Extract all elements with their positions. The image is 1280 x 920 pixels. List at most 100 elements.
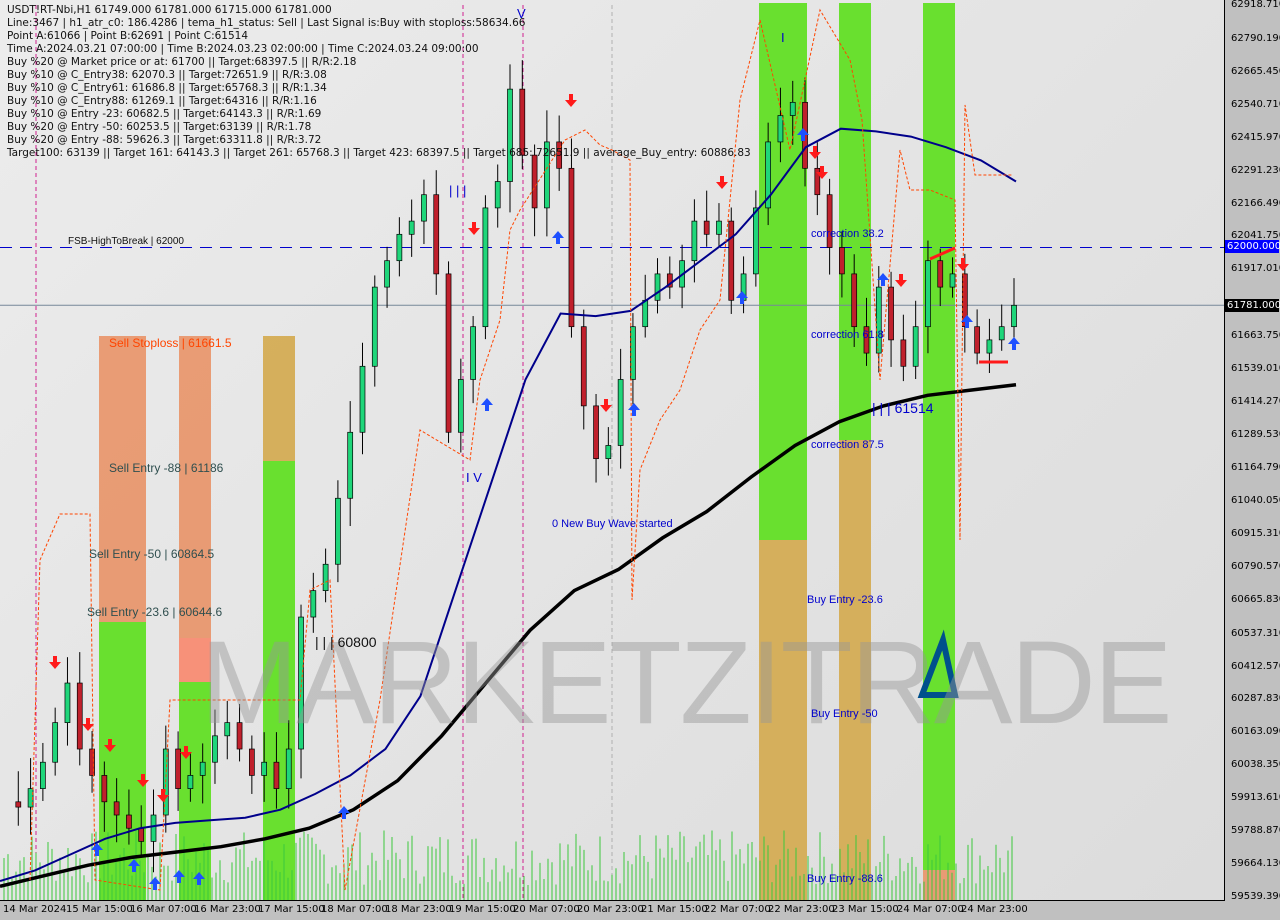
- info-line: Line:3467 | h1_atr_c0: 186.4286 | tema_h…: [7, 17, 526, 29]
- info-line: Point A:61066 | Point B:62691 | Point C:…: [7, 30, 249, 42]
- candle-bear: [888, 286, 894, 341]
- buy-arrow-icon: [1008, 337, 1020, 350]
- candle-bear: [703, 220, 710, 235]
- candle-bear: [900, 339, 907, 367]
- candle-bull: [64, 682, 71, 723]
- buy-arrow-icon: [481, 398, 493, 411]
- buy-entry-23-label: Buy Entry -23.6: [807, 594, 883, 606]
- candle-bear: [126, 814, 132, 829]
- candle-bear: [138, 827, 145, 842]
- time-tick-label: 17 Mar 15:00: [258, 904, 325, 915]
- candle-bull: [187, 775, 194, 789]
- time-tick-label: 14 Mar 2024: [3, 904, 67, 915]
- candle-bear: [851, 273, 858, 328]
- buy-arrow-icon: [149, 877, 161, 890]
- candle-bull: [371, 286, 378, 367]
- info-line: Buy %20 @ Entry -50: 60253.5 || Target:6…: [7, 121, 312, 133]
- candle-bull: [199, 761, 206, 776]
- price-tick-label: 59664.130: [1231, 858, 1280, 870]
- price-tick-label: 60287.830: [1231, 693, 1280, 705]
- price-tick-label: 60665.830: [1231, 593, 1280, 605]
- candle-bear: [15, 801, 22, 808]
- candle-bear: [76, 682, 83, 750]
- time-tick-label: 19 Mar 15:00: [449, 904, 516, 915]
- sell-zone: [99, 336, 146, 622]
- candle-bear: [113, 801, 120, 816]
- info-line: Target100: 63139 || Target 161: 64143.3 …: [7, 147, 751, 159]
- buy-zone: [759, 3, 807, 540]
- level-60800-label: | | | 60800: [315, 634, 377, 650]
- time-tick-label: 22 Mar 07:00: [704, 904, 771, 915]
- sell-arrow-icon: [468, 222, 480, 235]
- candle-bull: [384, 260, 390, 288]
- symbol-ohlc-line: USDT!RT-Nbi,H1 61749.000 61781.000 61715…: [7, 4, 332, 16]
- candle-bull: [359, 365, 366, 433]
- time-tick-label: 16 Mar 07:00: [130, 904, 197, 915]
- candle-bear: [974, 326, 980, 354]
- candle-bull: [150, 814, 157, 842]
- candle-bull: [753, 207, 759, 275]
- candle-bull: [261, 761, 267, 776]
- sell-arrow-icon: [600, 399, 612, 412]
- candle-bull: [716, 220, 722, 235]
- candle-bull: [875, 286, 882, 354]
- candle-bull: [986, 339, 993, 354]
- candle-bull: [408, 220, 415, 235]
- new-buy-wave-label: 0 New Buy Wave started: [552, 518, 673, 530]
- sell-arrow-icon: [716, 176, 728, 189]
- candle-bull: [52, 722, 59, 763]
- price-tick-label: 61164.790: [1231, 461, 1280, 473]
- candle-bear: [101, 775, 108, 803]
- candle-bull: [482, 207, 489, 328]
- price-tick-label: 60537.310: [1231, 627, 1280, 639]
- sell-arrow-icon: [895, 274, 907, 287]
- price-tick-label: 61289.530: [1231, 429, 1280, 441]
- sell-zone: [179, 336, 211, 638]
- candle-bull: [285, 748, 292, 789]
- candle-bear: [839, 247, 845, 275]
- buy-arrow-icon: [552, 231, 564, 244]
- candle-bull: [40, 761, 46, 789]
- price-tick-label: 61040.050: [1231, 494, 1280, 506]
- price-tick-label: 62166.490: [1231, 197, 1280, 209]
- candle-bear: [593, 405, 599, 460]
- price-tick-label: 62291.230: [1231, 164, 1280, 176]
- candle-bull: [347, 431, 354, 499]
- sell-entry-88-label: Sell Entry -88 | 61186: [109, 461, 224, 475]
- wave-iii-label: | | |: [449, 183, 467, 198]
- info-line: Buy %10 @ C_Entry88: 61269.1 || Target:6…: [7, 95, 317, 107]
- candle-bull: [777, 115, 784, 143]
- price-tick-label: 61539.010: [1231, 363, 1280, 375]
- candle-bull: [507, 88, 513, 182]
- price-tick-label: 62790.190: [1231, 32, 1280, 44]
- time-tick-label: 21 Mar 15:00: [641, 904, 708, 915]
- candle-bull: [617, 379, 624, 446]
- fsb-price-badge: 62000.000: [1225, 240, 1280, 253]
- time-tick-label: 20 Mar 07:00: [513, 904, 580, 915]
- info-line: Buy %10 @ C_Entry61: 61686.8 || Target:6…: [7, 82, 327, 94]
- candle-bull: [421, 194, 427, 222]
- price-tick-label: 62918.710: [1231, 0, 1280, 10]
- candle-bull: [654, 273, 661, 301]
- fsb-label: FSB-HighToBreak | 62000: [68, 236, 184, 247]
- time-tick-label: 23 Mar 15:00: [832, 904, 899, 915]
- candle-bull: [998, 326, 1005, 341]
- candle-bull: [470, 326, 476, 380]
- candle-bear: [445, 273, 452, 433]
- buy-zone: [839, 3, 871, 440]
- buy-arrow-icon: [628, 403, 640, 416]
- correction-38-label: correction 38.2: [811, 228, 884, 240]
- price-tick-label: 61414.270: [1231, 396, 1280, 408]
- sell-arrow-icon: [49, 656, 61, 669]
- price-tick-label: 60038.350: [1231, 759, 1280, 771]
- price-tick-label: 61917.010: [1231, 263, 1280, 275]
- candle-bull: [322, 563, 329, 591]
- candle-bear: [519, 88, 526, 156]
- current-price-badge: 61781.000: [1225, 299, 1280, 312]
- candle-bull: [642, 299, 649, 328]
- sell-stoploss-label: Sell Stoploss | 61661.5: [109, 336, 232, 350]
- sell-arrow-icon: [809, 146, 821, 159]
- buy-entry-50-label: Buy Entry -50: [811, 708, 878, 720]
- chart-plot-area[interactable]: MARKETZITRADE USDT!RT-Nbi,H1 61749.000 6…: [0, 0, 1225, 901]
- candle-bull: [335, 497, 341, 565]
